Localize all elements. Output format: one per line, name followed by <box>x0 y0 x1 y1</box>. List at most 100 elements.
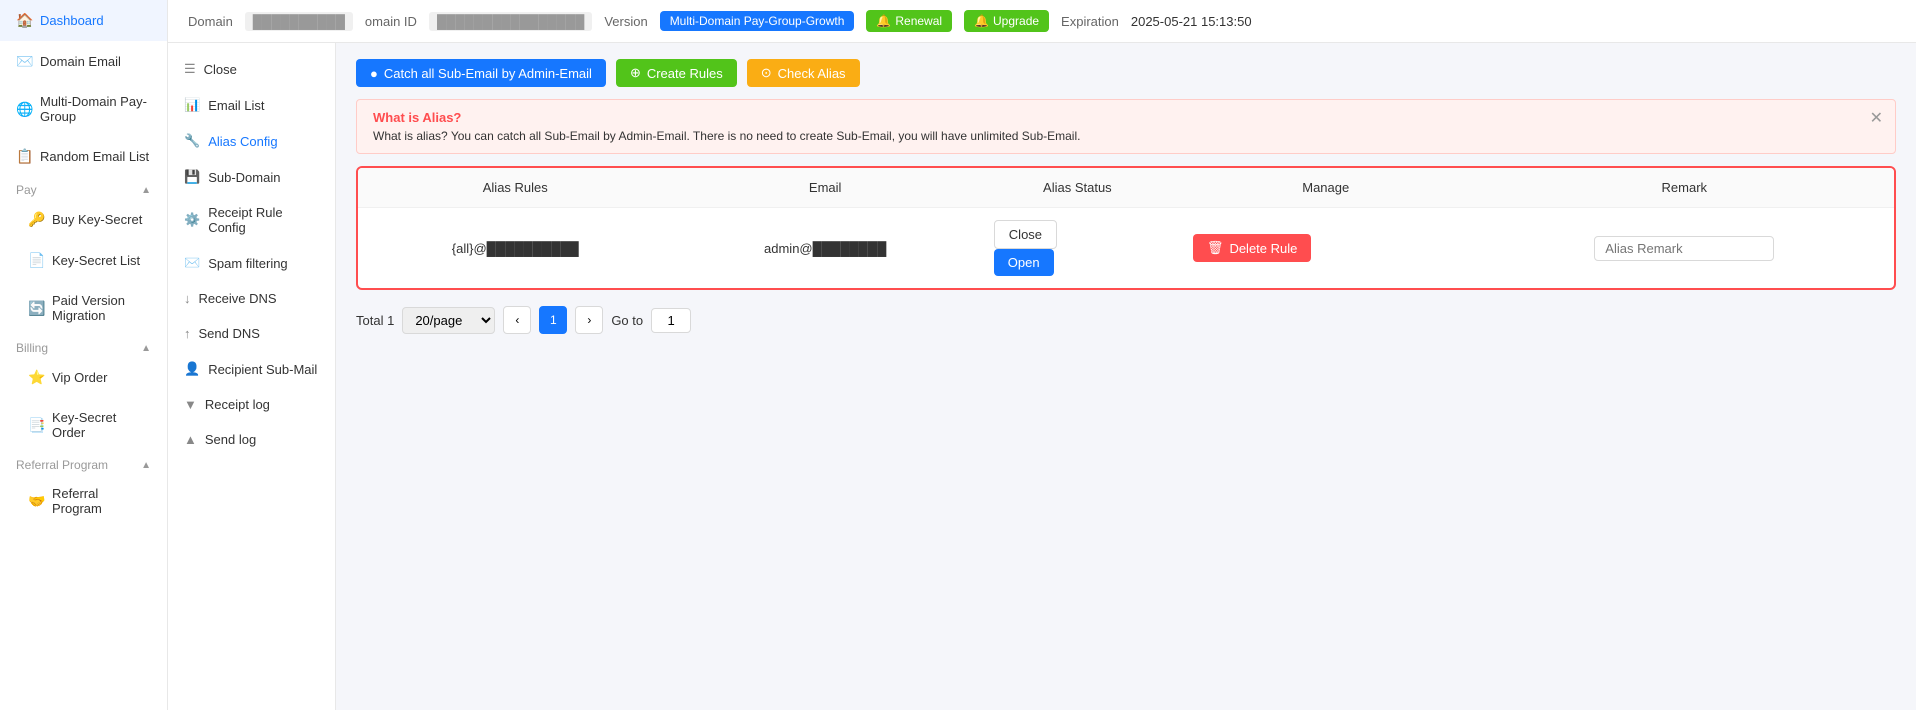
sub-sidebar-item-close[interactable]: ☰ Close <box>168 51 335 87</box>
annotation-arrow <box>346 98 646 498</box>
cell-manage: 🗑 Delete Rule <box>1177 208 1475 289</box>
create-rules-button[interactable]: ⊕ Create Rules <box>616 59 737 87</box>
alias-alert: What is Alias? What is alias? You can ca… <box>356 99 1896 154</box>
referral-program-icon: 🤝 <box>28 493 44 510</box>
upgrade-label: Upgrade <box>993 14 1039 28</box>
referral-section[interactable]: Referral Program ▲ <box>0 452 167 474</box>
sub-sidebar-item-receipt-rule[interactable]: ⚙️ Receipt Rule Config <box>168 195 335 245</box>
sub-sidebar-item-recipient-sub-mail[interactable]: 👤 Recipient Sub-Mail <box>168 351 335 387</box>
billing-chevron-icon: ▲ <box>141 343 151 354</box>
main-sidebar: 🏠 Dashboard ✉️ Domain Email 🌐 Multi-Doma… <box>0 0 168 710</box>
spam-icon: ✉️ <box>184 255 200 271</box>
sub-sidebar-item-spam[interactable]: ✉️ Spam filtering <box>168 245 335 281</box>
renewal-label: Renewal <box>895 14 942 28</box>
buy-key-icon: 🔑 <box>28 211 44 228</box>
sub-sidebar-item-send-dns[interactable]: ↑ Send DNS <box>168 316 335 351</box>
delete-icon: 🗑 <box>1207 240 1224 256</box>
cell-alias-rules: {all}@██████████ <box>358 208 673 289</box>
col-email: Email <box>673 168 978 208</box>
alert-text: What is alias? You can catch all Sub-Ema… <box>373 129 1879 143</box>
col-alias-status: Alias Status <box>978 168 1177 208</box>
sidebar-item-key-secret-list[interactable]: 📄 Key-Secret List <box>0 240 167 281</box>
page-1-button[interactable]: 1 <box>539 306 567 334</box>
table-row: {all}@██████████ admin@████████ Close Op… <box>358 208 1894 289</box>
sub-sidebar-item-send-log[interactable]: ▲ Send log <box>168 422 335 457</box>
total-text: Total 1 <box>356 313 394 328</box>
cell-email: admin@████████ <box>673 208 978 289</box>
catch-all-icon: ● <box>370 66 378 81</box>
domain-id-label: omain ID <box>365 14 417 29</box>
sidebar-item-vip-order[interactable]: ⭐ Vip Order <box>0 357 167 398</box>
sidebar-item-paid-version[interactable]: 🔄 Paid Version Migration <box>0 281 167 335</box>
receive-dns-icon: ↓ <box>184 291 191 306</box>
sub-sidebar-label-email-list: Email List <box>208 98 264 113</box>
sidebar-item-multi-domain[interactable]: 🌐 Multi-Domain Pay-Group <box>0 82 167 136</box>
sub-sidebar-item-alias-config[interactable]: 🔧 Alias Config <box>168 123 335 159</box>
remark-input[interactable] <box>1594 236 1774 261</box>
delete-rule-label: Delete Rule <box>1229 241 1297 256</box>
billing-section[interactable]: Billing ▲ <box>0 335 167 357</box>
dashboard-icon: 🏠 <box>16 12 32 29</box>
cell-remark <box>1475 208 1894 289</box>
alias-config-icon: 🔧 <box>184 133 200 149</box>
goto-label: Go to <box>611 313 643 328</box>
upgrade-button[interactable]: 🔔 Upgrade <box>964 10 1049 32</box>
sidebar-label-buy-key-secret: Buy Key-Secret <box>52 212 142 227</box>
alert-close-button[interactable]: ✕ <box>1870 108 1883 128</box>
key-secret-list-icon: 📄 <box>28 252 44 269</box>
sidebar-item-buy-key-secret[interactable]: 🔑 Buy Key-Secret <box>0 199 167 240</box>
sidebar-label-key-secret-order: Key-Secret Order <box>52 410 151 440</box>
send-dns-icon: ↑ <box>184 326 191 341</box>
sidebar-section-billing-label: Billing <box>16 341 48 355</box>
sub-sidebar-item-email-list[interactable]: 📊 Email List <box>168 87 335 123</box>
sidebar-item-key-secret-order[interactable]: 📑 Key-Secret Order <box>0 398 167 452</box>
sub-sidebar-label-alias-config: Alias Config <box>208 134 277 149</box>
multi-domain-icon: 🌐 <box>16 101 32 118</box>
sub-sidebar-label-send-log: Send log <box>205 432 256 447</box>
send-log-icon: ▲ <box>184 432 197 447</box>
referral-chevron-icon: ▲ <box>141 460 151 471</box>
sidebar-label-key-secret-list: Key-Secret List <box>52 253 140 268</box>
sub-sidebar-label-sub-domain: Sub-Domain <box>208 170 280 185</box>
catch-all-button[interactable]: ● Catch all Sub-Email by Admin-Email <box>356 59 606 87</box>
check-alias-label: Check Alias <box>778 66 846 81</box>
sub-sidebar-label-recipient: Recipient Sub-Mail <box>208 362 317 377</box>
check-alias-button[interactable]: ⊙ Check Alias <box>747 59 860 87</box>
sub-sidebar-label-receipt-rule: Receipt Rule Config <box>208 205 319 235</box>
sub-sidebar-label-receive-dns: Receive DNS <box>199 291 277 306</box>
pay-section[interactable]: Pay ▲ <box>0 177 167 199</box>
expiration-label: Expiration <box>1061 14 1119 29</box>
status-close-button[interactable]: Close <box>994 220 1057 249</box>
sub-domain-icon: 💾 <box>184 169 200 185</box>
key-secret-order-icon: 📑 <box>28 417 44 434</box>
receipt-rule-icon: ⚙️ <box>184 212 200 228</box>
next-page-button[interactable]: › <box>575 306 603 334</box>
sidebar-item-domain-email[interactable]: ✉️ Domain Email <box>0 41 167 82</box>
random-email-icon: 📋 <box>16 148 32 165</box>
sub-sidebar-label-send-dns: Send DNS <box>199 326 260 341</box>
content-wrapper: ☰ Close 📊 Email List 🔧 Alias Config 💾 Su… <box>168 43 1916 710</box>
per-page-select[interactable]: 20/page 10/page 50/page 100/page <box>402 307 495 334</box>
version-label: Version <box>604 14 647 29</box>
renewal-icon: 🔔 <box>876 14 891 28</box>
sidebar-item-referral-program[interactable]: 🤝 Referral Program <box>0 474 167 528</box>
renewal-button[interactable]: 🔔 Renewal <box>866 10 952 32</box>
sub-sidebar-item-sub-domain[interactable]: 💾 Sub-Domain <box>168 159 335 195</box>
header-bar: Domain ██████████ omain ID █████████████… <box>168 0 1916 43</box>
goto-input[interactable] <box>651 308 691 333</box>
status-open-button[interactable]: Open <box>994 249 1054 276</box>
sub-sidebar-label-spam: Spam filtering <box>208 256 287 271</box>
sidebar-item-random-email[interactable]: 📋 Random Email List <box>0 136 167 177</box>
alias-table-container: Alias Rules Email Alias Status Manage Re… <box>356 166 1896 290</box>
prev-page-button[interactable]: ‹ <box>503 306 531 334</box>
sidebar-item-dashboard[interactable]: 🏠 Dashboard <box>0 0 167 41</box>
delete-rule-button[interactable]: 🗑 Delete Rule <box>1193 234 1311 262</box>
sub-sidebar: ☰ Close 📊 Email List 🔧 Alias Config 💾 Su… <box>168 43 336 710</box>
domain-id-value: ████████████████ <box>429 12 592 31</box>
email-list-icon: 📊 <box>184 97 200 113</box>
sub-sidebar-item-receive-dns[interactable]: ↓ Receive DNS <box>168 281 335 316</box>
sidebar-section-pay-label: Pay <box>16 183 37 197</box>
col-alias-rules: Alias Rules <box>358 168 673 208</box>
version-badge: Multi-Domain Pay-Group-Growth <box>660 11 855 31</box>
sub-sidebar-item-receipt-log[interactable]: ▼ Receipt log <box>168 387 335 422</box>
